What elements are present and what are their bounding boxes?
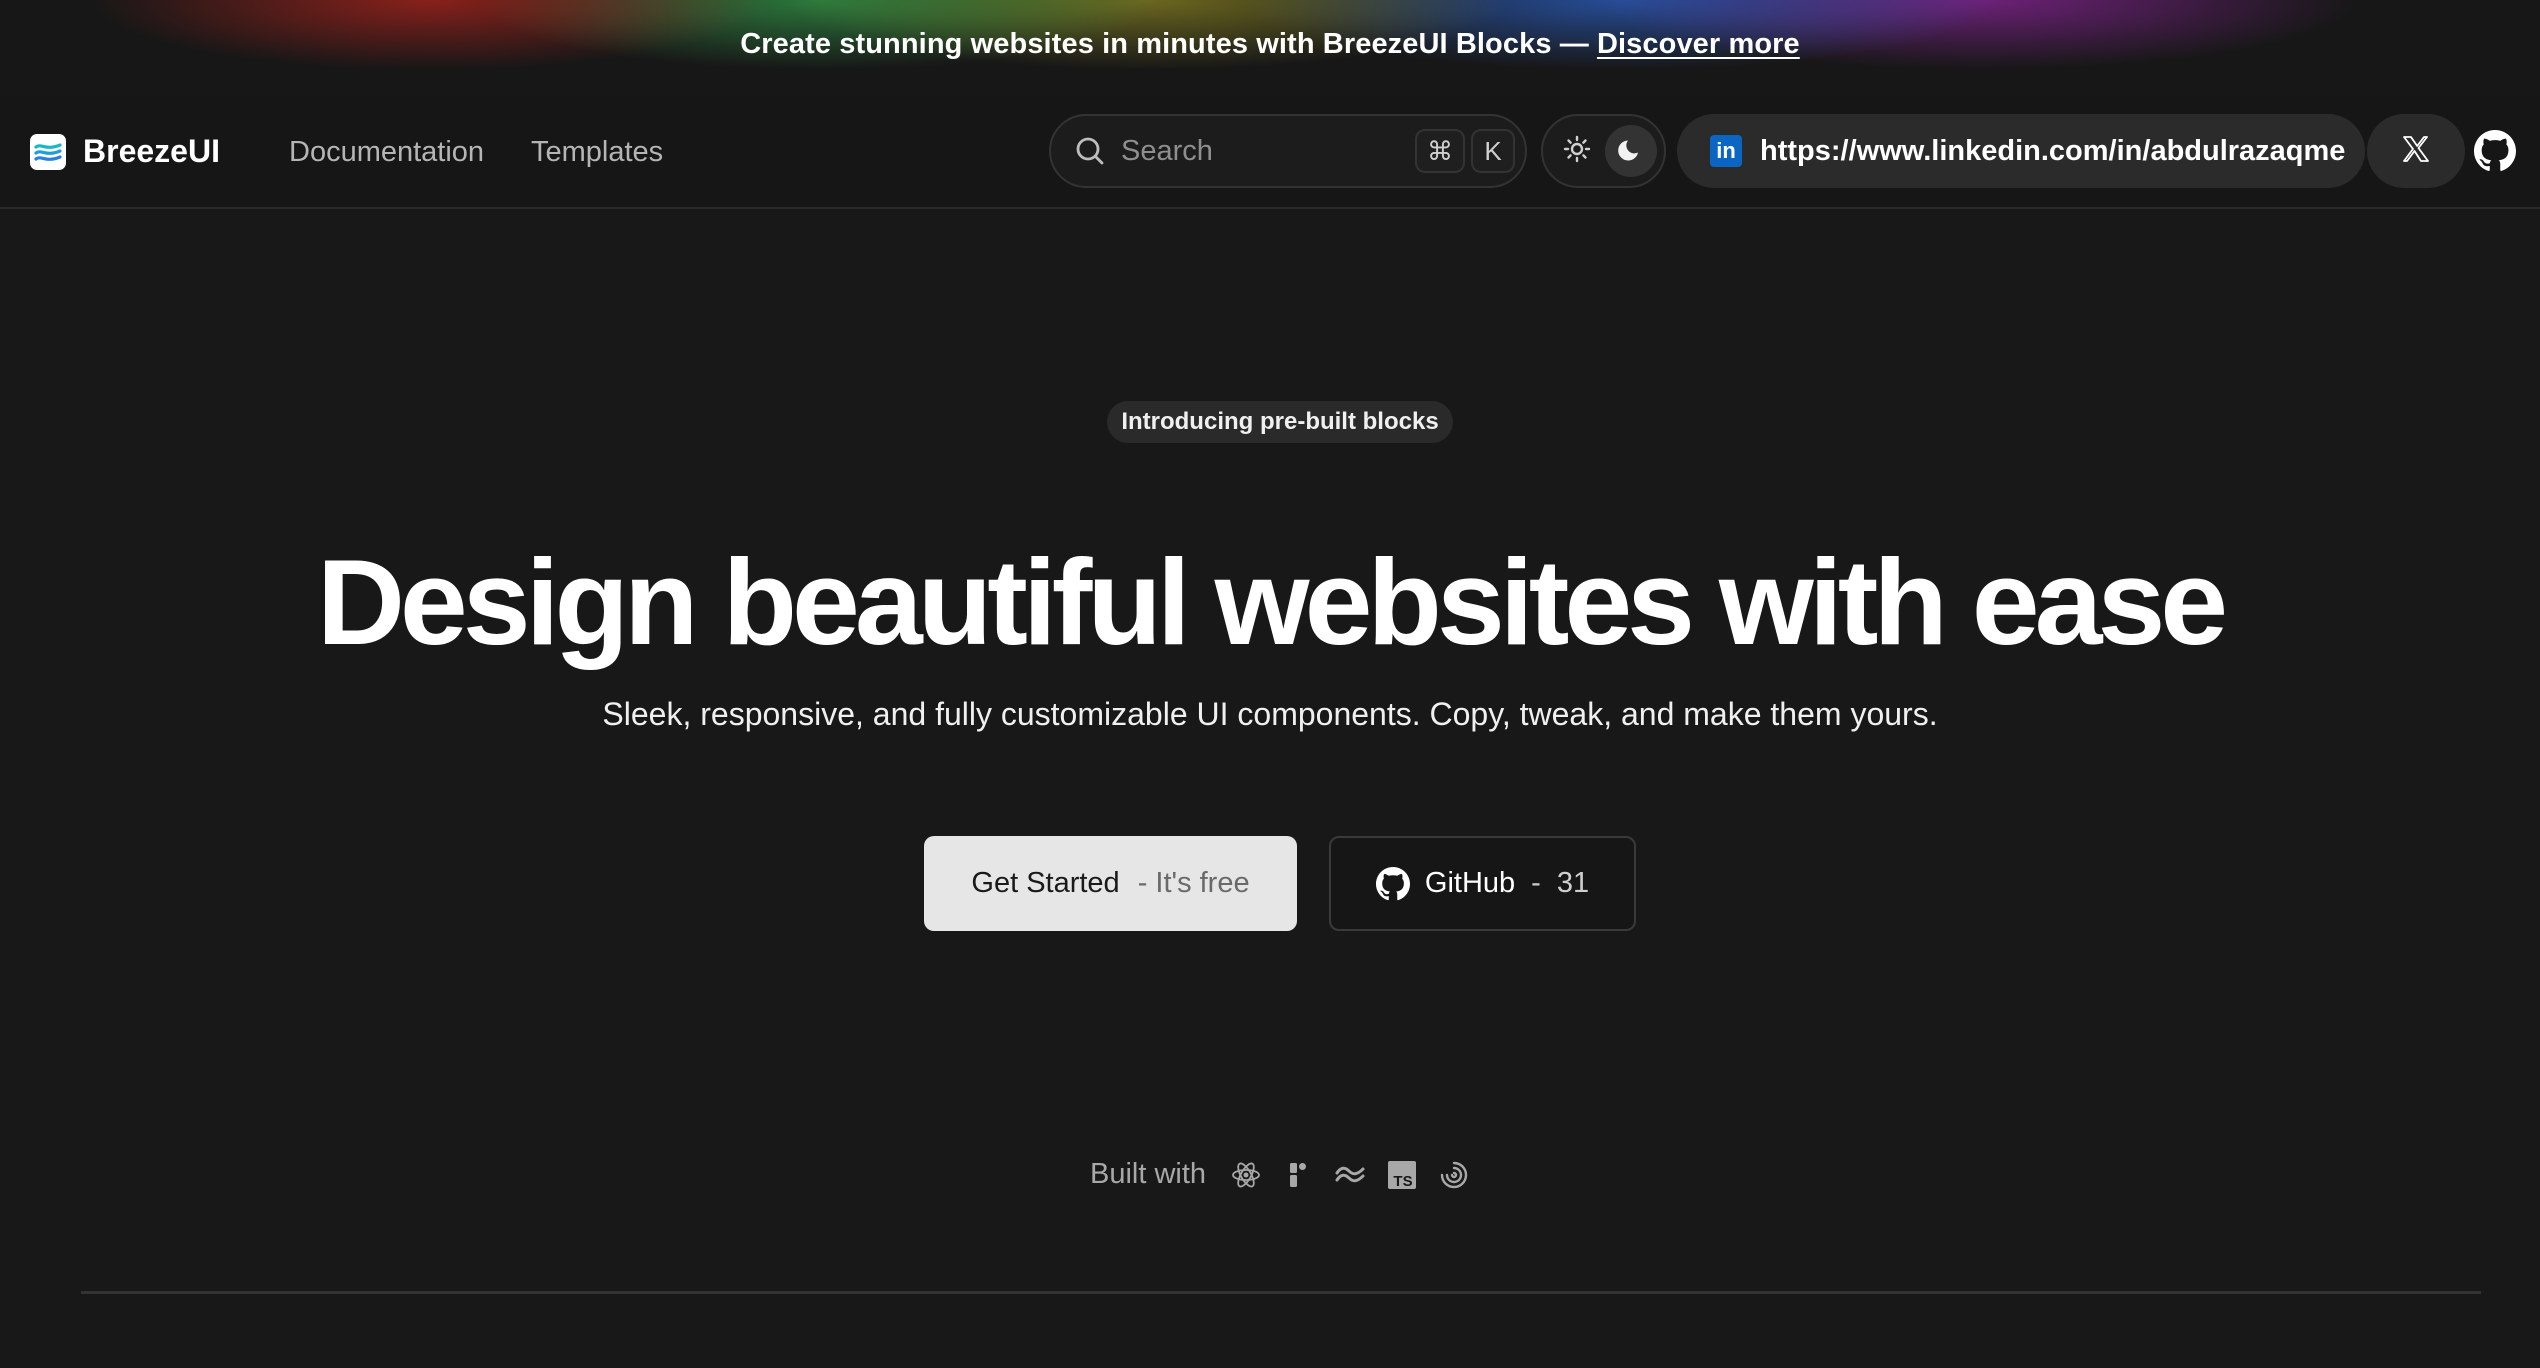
discover-more-link[interactable]: Discover more xyxy=(1597,28,1800,60)
brand-name: BreezeUI xyxy=(83,133,220,169)
typescript-icon: TS xyxy=(1386,1159,1418,1191)
x-logo-icon xyxy=(2401,134,2431,169)
github-button[interactable]: GitHub - 31 xyxy=(1329,836,1636,931)
hero-subtitle: Sleek, responsive, and fully customizabl… xyxy=(602,696,1938,732)
dark-theme-button[interactable] xyxy=(1605,125,1657,177)
github-button-separator: - xyxy=(1531,867,1541,899)
kbd-command: ⌘ xyxy=(1415,129,1465,173)
nav-link-documentation[interactable]: Documentation xyxy=(289,136,484,169)
get-started-button[interactable]: Get Started - It's free xyxy=(924,836,1297,931)
brand-home-link[interactable]: BreezeUI xyxy=(30,133,220,170)
breeze-logo-icon xyxy=(30,133,66,170)
search-button[interactable]: Search ⌘ K xyxy=(1049,114,1527,188)
get-started-label: Get Started xyxy=(971,867,1120,899)
get-started-sublabel: - It's free xyxy=(1137,867,1250,899)
github-icon xyxy=(1375,866,1410,901)
section-divider xyxy=(81,1291,2481,1294)
hero-title: Design beautiful websites with ease xyxy=(316,534,2228,670)
linkedin-icon: in xyxy=(1710,135,1742,167)
typescript-icon-text: TS xyxy=(1393,1173,1412,1190)
sun-icon xyxy=(1563,135,1591,168)
search-placeholder: Search xyxy=(1121,134,1213,167)
hero-badge: Introducing pre-built blocks xyxy=(1107,401,1453,443)
kbd-k: K xyxy=(1471,129,1515,173)
framer-icon xyxy=(1282,1159,1314,1191)
github-nav-link[interactable] xyxy=(2474,130,2516,172)
github-star-count: 31 xyxy=(1556,867,1590,899)
github-button-label: GitHub xyxy=(1424,867,1516,899)
linkedin-link[interactable]: in https://www.linkedin.com/in/abdulraza… xyxy=(1677,114,2365,188)
navbar: BreezeUI Documentation Templates Search … xyxy=(0,96,2540,209)
tailwind-icon xyxy=(1334,1159,1366,1191)
motion-icon xyxy=(1438,1159,1470,1191)
announcement-banner: Create stunning websites in minutes with… xyxy=(0,0,2540,96)
built-with-label: Built with xyxy=(1090,1158,1207,1190)
banner-text: Create stunning websites in minutes with… xyxy=(0,28,2540,61)
light-theme-button[interactable] xyxy=(1551,125,1603,177)
theme-toggle xyxy=(1541,114,1666,188)
nav-link-templates[interactable]: Templates xyxy=(531,136,663,169)
built-with-row: Built with TS xyxy=(1090,1158,1490,1191)
x-twitter-link[interactable] xyxy=(2367,114,2465,188)
search-icon xyxy=(1073,134,1107,168)
banner-message: Create stunning websites in minutes with… xyxy=(740,28,1597,60)
moon-icon xyxy=(1616,134,1646,169)
react-icon xyxy=(1230,1159,1262,1191)
linkedin-url: https://www.linkedin.com/in/abdulrazaqme xyxy=(1760,134,2346,167)
github-icon xyxy=(2474,130,2516,176)
search-shortcut: ⌘ K xyxy=(1415,129,1515,173)
